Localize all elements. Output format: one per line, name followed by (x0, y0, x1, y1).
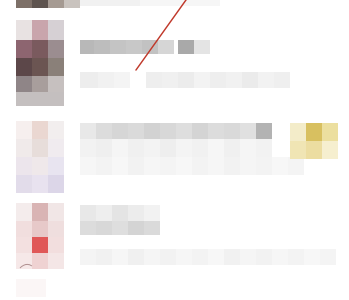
screen (0, 0, 349, 300)
text-pixel (80, 0, 140, 6)
avatar (16, 20, 64, 106)
list-item[interactable] (0, 195, 349, 300)
avatar (16, 203, 64, 277)
list-item[interactable] (0, 0, 349, 16)
avatar-pixel (64, 0, 80, 8)
avatar-pixel (32, 0, 48, 8)
list-item[interactable] (0, 20, 349, 110)
avatar-shadow (16, 279, 46, 297)
avatar-pixel (16, 0, 32, 8)
text-pixel (140, 0, 220, 6)
list-item[interactable] (0, 115, 349, 193)
thumbnail[interactable] (290, 123, 338, 159)
avatar-pixel (48, 0, 64, 8)
avatar (16, 121, 64, 193)
